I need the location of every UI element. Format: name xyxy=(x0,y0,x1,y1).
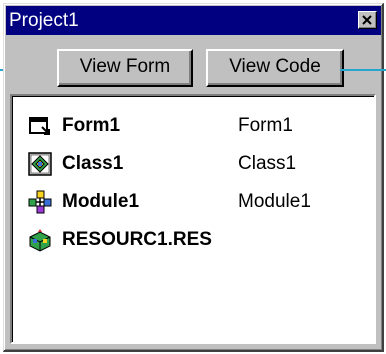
item-name: Module1 xyxy=(62,191,140,212)
tree-item-module1[interactable]: Module1 Module1 xyxy=(28,188,368,216)
close-button[interactable] xyxy=(358,11,377,29)
class-module-icon xyxy=(28,152,52,176)
resource-file-icon xyxy=(29,229,51,252)
close-icon xyxy=(362,15,372,25)
item-file: Module1 xyxy=(238,191,311,212)
tree-item-resource[interactable]: RESOURC1.RES xyxy=(28,226,368,254)
item-file: Form1 xyxy=(238,115,293,136)
tree-item-form1[interactable]: Form1 Form1 xyxy=(28,112,368,140)
view-code-button[interactable]: View Code xyxy=(206,49,344,87)
item-name: Form1 xyxy=(62,115,121,136)
view-form-button[interactable]: View Form xyxy=(57,49,193,87)
item-name: Class1 xyxy=(62,153,124,174)
module-icon xyxy=(28,190,52,214)
window-title: Project1 xyxy=(9,10,79,31)
title-bar[interactable]: Project1 xyxy=(6,6,381,35)
project-tree[interactable]: Form1 Form1 Class1 Class1 Module1 Module… xyxy=(10,94,376,344)
form-icon xyxy=(29,117,50,135)
tree-item-class1[interactable]: Class1 Class1 xyxy=(28,150,368,178)
item-file: Class1 xyxy=(238,153,297,174)
item-name: RESOURC1.RES xyxy=(62,229,212,250)
callout-line-right xyxy=(340,69,386,71)
